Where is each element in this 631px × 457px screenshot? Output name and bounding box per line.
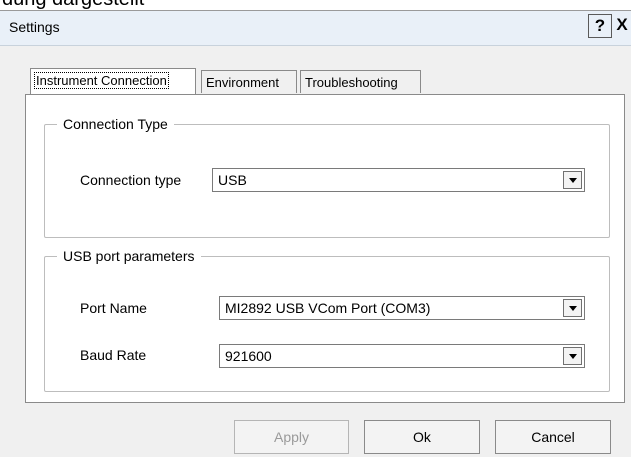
tab-environment[interactable]: Environment [201, 70, 297, 93]
connection-type-select[interactable]: USB [212, 168, 585, 192]
baud-rate-value: 921600 [225, 348, 272, 364]
tab-panel-instrument-connection: Connection Type Connection type USB USB … [25, 94, 625, 403]
close-button[interactable]: X [612, 14, 631, 36]
settings-dialog: Settings ? X Instrument Connection Envir… [0, 10, 631, 457]
cancel-button[interactable]: Cancel [495, 420, 611, 454]
port-name-value: MI2892 USB VCom Port (COM3) [225, 300, 431, 316]
tab-troubleshooting[interactable]: Troubleshooting [300, 70, 421, 93]
tab-instrument-connection[interactable]: Instrument Connection [30, 68, 196, 94]
chevron-down-icon[interactable] [563, 171, 582, 189]
tab-label: Troubleshooting [305, 75, 398, 90]
dialog-title: Settings [9, 19, 60, 35]
group-title: Connection Type [57, 116, 174, 132]
baud-rate-label: Baud Rate [80, 347, 147, 363]
connection-type-group: Connection Type Connection type USB [44, 116, 610, 238]
port-name-label: Port Name [80, 300, 147, 316]
baud-rate-select[interactable]: 921600 [219, 344, 585, 368]
ok-button[interactable]: Ok [364, 420, 480, 454]
connection-type-label: Connection type [80, 172, 182, 188]
apply-button[interactable]: Apply [234, 420, 349, 454]
chevron-down-icon[interactable] [563, 347, 582, 365]
help-button[interactable]: ? [588, 14, 612, 38]
connection-type-value: USB [218, 172, 247, 188]
usb-port-parameters-group: USB port parameters Port Name MI2892 USB… [44, 248, 610, 392]
title-bar: Settings ? X [0, 11, 631, 46]
tab-label: Instrument Connection [34, 72, 169, 89]
port-name-select[interactable]: MI2892 USB VCom Port (COM3) [219, 296, 585, 320]
tab-label: Environment [206, 75, 279, 90]
group-title: USB port parameters [57, 248, 201, 264]
chevron-down-icon[interactable] [563, 299, 582, 317]
